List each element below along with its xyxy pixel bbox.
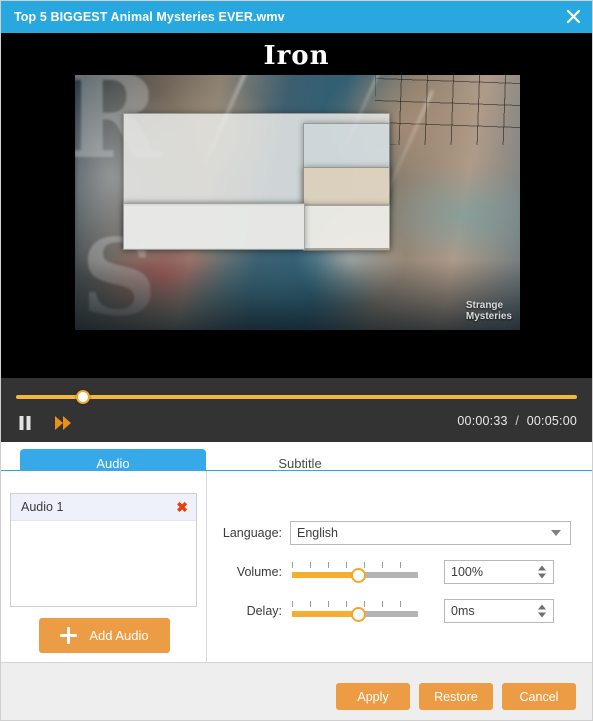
audio-track-label: Audio 1 xyxy=(21,500,64,514)
stepper-down-icon[interactable] xyxy=(538,612,546,618)
video-overlay-title: Iron xyxy=(263,41,330,71)
progress-slider[interactable] xyxy=(16,390,577,404)
language-row: Language: English xyxy=(207,520,593,546)
watermark-line-1: Strange xyxy=(465,300,504,311)
volume-row: Volume: 100% xyxy=(207,559,593,585)
restore-button[interactable]: Restore xyxy=(419,683,493,710)
media-properties-window: Top 5 BIGGEST Animal Mysteries EVER.wmv … xyxy=(0,0,593,721)
video-collage-panel xyxy=(123,203,305,250)
delay-slider-fill xyxy=(292,611,359,617)
settings-panels: Audio 1 ✖ Add Audio Language: English Vo… xyxy=(0,471,593,662)
delay-slider-handle[interactable] xyxy=(351,607,367,622)
apply-button[interactable]: Apply xyxy=(336,683,410,710)
video-watermark: Strange Mysteries xyxy=(466,300,512,322)
cancel-button[interactable]: Cancel xyxy=(502,683,576,710)
stepper-up-icon[interactable] xyxy=(538,565,546,571)
close-icon xyxy=(566,9,580,24)
delay-slider[interactable] xyxy=(292,599,418,623)
remove-icon[interactable]: ✖ xyxy=(176,500,188,514)
time-separator: / xyxy=(515,414,520,428)
delay-value: 0ms xyxy=(451,604,475,618)
watermark-line-2: Mysteries xyxy=(465,311,512,322)
dialog-footer: Apply Restore Cancel xyxy=(0,662,593,721)
chevron-down-icon xyxy=(551,530,561,536)
playback-controls xyxy=(14,412,74,434)
progress-handle[interactable] xyxy=(76,390,91,404)
stepper-arrows[interactable] xyxy=(538,565,546,579)
fast-forward-icon xyxy=(55,416,71,430)
total-time: 00:05:00 xyxy=(526,414,577,428)
video-preview-area[interactable]: Iron R S Strange Mysteries xyxy=(0,33,593,378)
video-vignette xyxy=(75,260,520,330)
pause-button[interactable] xyxy=(14,412,36,434)
stepper-up-icon[interactable] xyxy=(538,604,546,610)
fast-forward-button[interactable] xyxy=(52,412,74,434)
volume-slider[interactable] xyxy=(292,560,418,584)
title-bar: Top 5 BIGGEST Animal Mysteries EVER.wmv xyxy=(0,0,593,33)
audio-track-panel: Audio 1 ✖ Add Audio xyxy=(0,471,207,662)
pause-icon xyxy=(19,416,31,430)
stepper-down-icon[interactable] xyxy=(538,573,546,579)
language-label: Language: xyxy=(222,526,282,540)
video-frame: R S Strange Mysteries xyxy=(75,75,520,330)
progress-track xyxy=(16,395,577,399)
video-grid-overlay xyxy=(375,75,520,145)
add-audio-label: Add Audio xyxy=(89,628,149,643)
volume-slider-handle[interactable] xyxy=(351,568,367,583)
delay-label: Delay: xyxy=(246,604,282,618)
window-title: Top 5 BIGGEST Animal Mysteries EVER.wmv xyxy=(14,9,285,24)
language-value: English xyxy=(297,526,338,540)
tab-bar: Audio Subtitle xyxy=(0,442,593,478)
add-audio-button[interactable]: Add Audio xyxy=(39,618,170,653)
delay-slider-ticks xyxy=(292,601,418,607)
volume-slider-ticks xyxy=(292,562,418,568)
language-select[interactable]: English xyxy=(290,521,571,545)
volume-value: 100% xyxy=(451,565,483,579)
plus-icon xyxy=(60,627,78,644)
time-readout: 00:00:33 / 00:05:00 xyxy=(457,414,577,428)
stepper-arrows[interactable] xyxy=(538,604,546,618)
audio-track-list[interactable]: Audio 1 ✖ xyxy=(10,493,197,607)
close-button[interactable] xyxy=(553,0,593,33)
volume-label: Volume: xyxy=(236,565,282,579)
current-time: 00:00:33 xyxy=(457,414,508,428)
volume-slider-fill xyxy=(292,572,359,578)
audio-settings-form: Language: English Volume: 100% Delay: 0m… xyxy=(207,471,593,662)
list-item[interactable]: Audio 1 ✖ xyxy=(11,494,196,521)
delay-row: Delay: 0ms xyxy=(207,598,593,624)
player-control-bar: 00:00:33 / 00:05:00 xyxy=(0,378,593,442)
delay-stepper[interactable]: 0ms xyxy=(444,599,554,623)
volume-stepper[interactable]: 100% xyxy=(444,560,554,584)
